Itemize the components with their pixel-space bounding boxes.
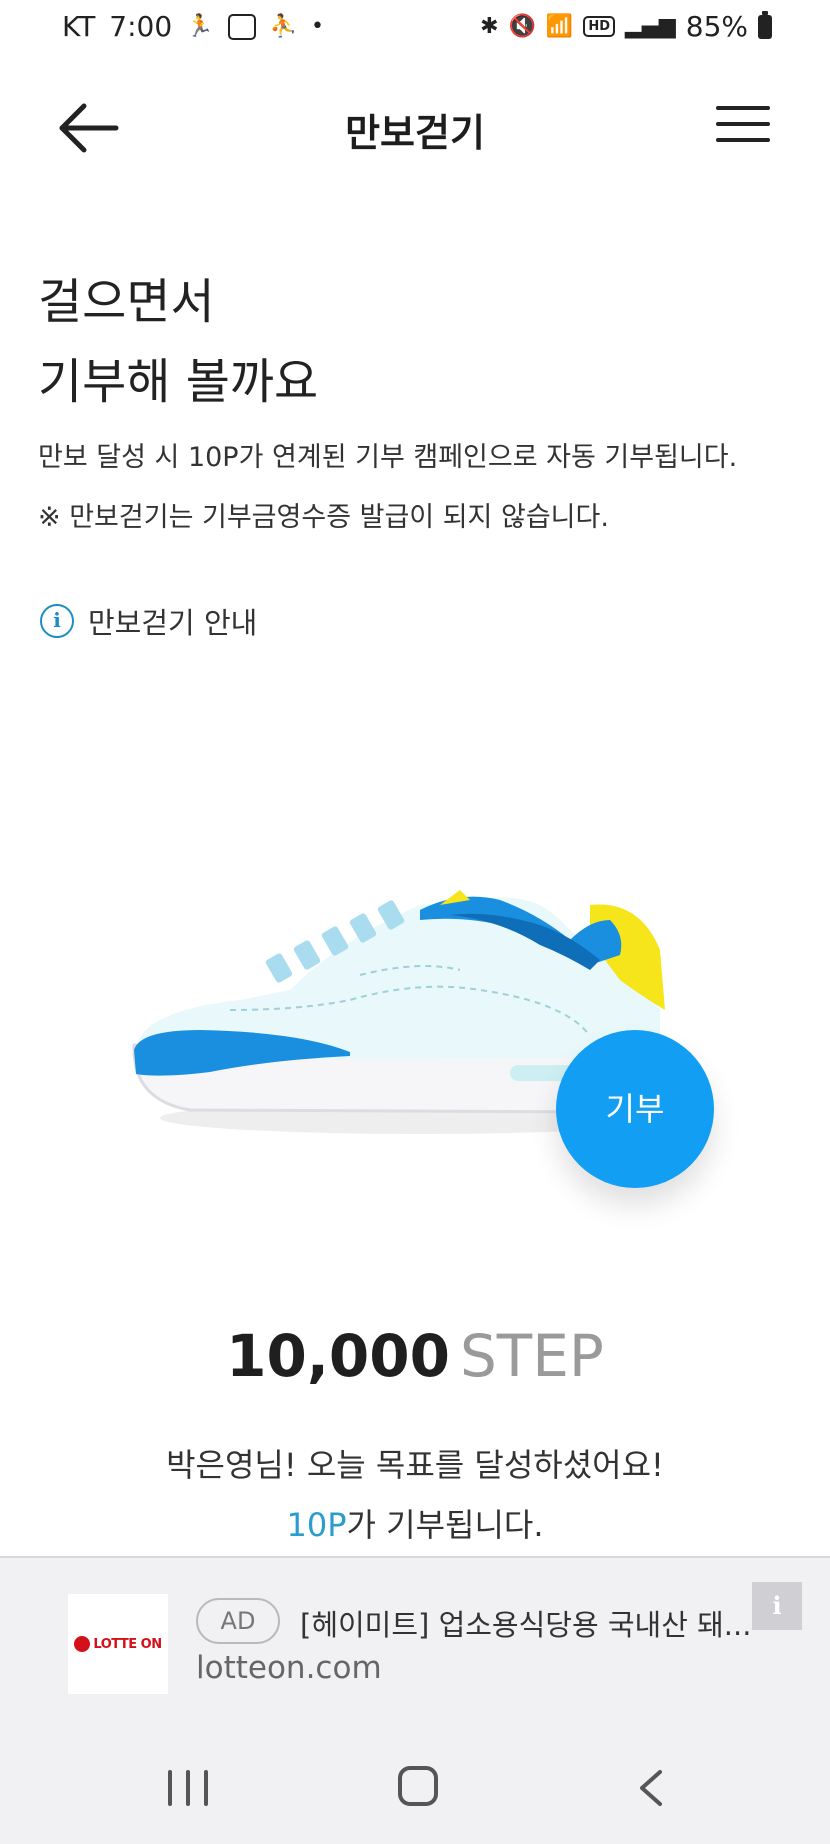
signal-icon: ▂▄▆	[625, 13, 676, 39]
hamburger-icon	[716, 106, 772, 142]
bluetooth-icon: ✱	[480, 13, 499, 39]
system-nav-bar	[0, 1728, 830, 1844]
lotte-brand-text: LOTTE ON	[93, 1636, 162, 1652]
description-line2: ※ 만보걷기는 기부금영수증 발급이 되지 않습니다.	[38, 502, 609, 533]
ad-title[interactable]: [헤이미트] 업소용식당용 국내산 돼...	[300, 1602, 760, 1644]
pedometer-screen: KT 7:00 🏃 ⛹ • ✱ 🔇 📶 HD ▂▄▆ 85% 만보걷기 걸으면서…	[0, 0, 830, 1844]
headline: 걸으면서 기부해 볼까요	[38, 262, 318, 422]
step-count: 10,000	[226, 1322, 450, 1390]
status-right: ✱ 🔇 📶 HD ▂▄▆ 85%	[480, 10, 772, 43]
info-circle-icon: i	[40, 604, 74, 638]
headline-line2: 기부해 볼까요	[38, 354, 319, 410]
lotteon-logo: LOTTE ON	[68, 1594, 168, 1694]
tracker-app-icon: ⛹	[269, 13, 297, 39]
points-value: 10P	[286, 1506, 347, 1544]
description: 만보 달성 시 10P가 연계된 기부 캠페인으로 자동 기부됩니다. ※ 만보…	[38, 428, 737, 548]
hd-voice-icon: HD	[583, 16, 615, 37]
wifi-icon: 📶	[545, 13, 574, 39]
step-counter: 10,000 STEP	[0, 1322, 830, 1390]
battery-icon	[758, 10, 772, 39]
menu-button[interactable]	[716, 106, 772, 146]
home-button[interactable]	[398, 1766, 438, 1806]
page-title: 만보걷기	[345, 111, 485, 155]
guide-link[interactable]: i 만보걷기 안내	[40, 600, 257, 642]
app-notification-icon	[227, 13, 256, 40]
mute-icon: 🔇	[508, 13, 536, 39]
status-bar: KT 7:00 🏃 ⛹ • ✱ 🔇 📶 HD ▂▄▆ 85%	[0, 0, 830, 58]
points-suffix: 가 기부됩니다.	[346, 1506, 544, 1544]
ad-banner[interactable]: LOTTE ON AD [헤이미트] 업소용식당용 국내산 돼... lotte…	[0, 1556, 830, 1728]
chevron-left-icon	[640, 1770, 662, 1806]
walking-app-icon: 🏃	[186, 13, 214, 39]
achievement-message: 박은영님! 오늘 목표를 달성하셨어요!	[166, 1446, 664, 1484]
battery-percent: 85%	[685, 10, 748, 43]
carrier-label: KT	[62, 10, 96, 43]
clock: 7:00	[109, 10, 173, 43]
points-message: 10P가 기부됩니다.	[0, 1500, 830, 1546]
ad-info-button[interactable]: i	[752, 1582, 802, 1630]
lotte-mark-icon	[74, 1636, 91, 1652]
donate-button[interactable]: 기부	[556, 1030, 714, 1188]
app-header: 만보걷기	[0, 70, 830, 186]
recent-apps-button[interactable]	[168, 1770, 208, 1806]
guide-link-label: 만보걷기 안내	[88, 606, 258, 640]
more-notifications-dot-icon: •	[311, 13, 324, 39]
system-back-button[interactable]	[636, 1768, 666, 1808]
ad-badge: AD	[196, 1598, 280, 1644]
headline-line1: 걸으면서	[38, 274, 215, 330]
step-unit: STEP	[459, 1322, 604, 1390]
ad-domain[interactable]: lotteon.com	[196, 1650, 382, 1686]
description-line1: 만보 달성 시 10P가 연계된 기부 캠페인으로 자동 기부됩니다.	[38, 442, 738, 473]
status-left: KT 7:00 🏃 ⛹ •	[62, 10, 324, 43]
